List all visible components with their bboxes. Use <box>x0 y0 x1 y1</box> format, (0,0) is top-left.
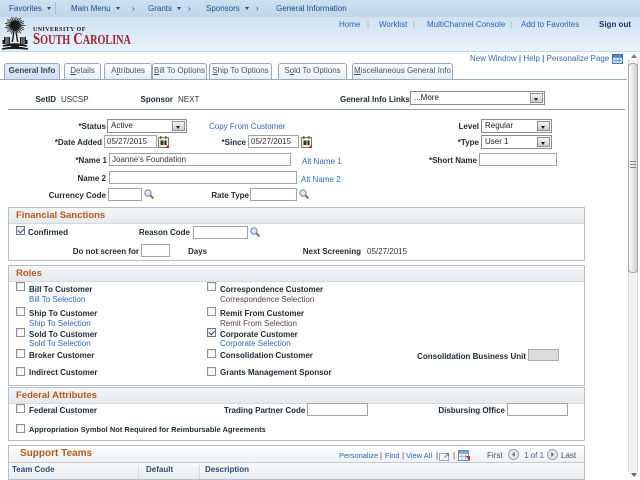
svg-text:SOUTH CAROLINA: SOUTH CAROLINA <box>33 29 131 48</box>
